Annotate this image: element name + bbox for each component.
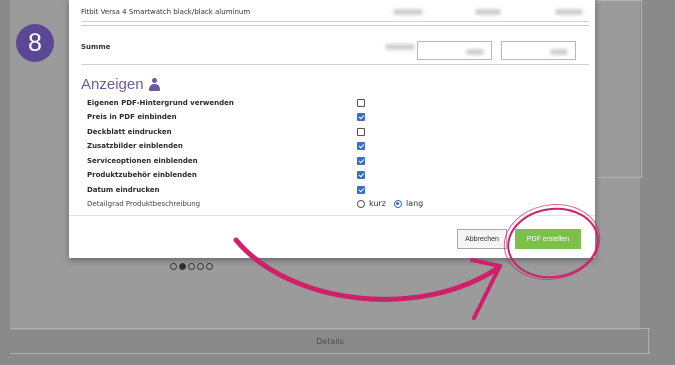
radio-long[interactable] bbox=[393, 199, 402, 208]
carousel-dot[interactable] bbox=[170, 263, 177, 270]
step-badge: 8 bbox=[16, 24, 54, 62]
option-service: Serviceoptionen einblenden bbox=[87, 154, 387, 168]
carousel-dot[interactable] bbox=[188, 263, 195, 270]
option-label: Produktzubehör einblenden bbox=[87, 171, 197, 179]
option-price: Preis in PDF einbinden bbox=[87, 110, 387, 124]
option-label: Preis in PDF einbinden bbox=[87, 113, 177, 121]
option-label: Deckblatt eindrucken bbox=[87, 128, 172, 136]
details-label: Details bbox=[316, 336, 344, 346]
divider bbox=[69, 215, 595, 216]
create-pdf-button[interactable]: PDF erstellen bbox=[515, 229, 581, 249]
option-label: Detailgrad Produktbeschreibung bbox=[87, 200, 201, 208]
option-checkbox[interactable] bbox=[357, 128, 365, 136]
cancel-button[interactable]: Abbrechen bbox=[457, 229, 507, 249]
option-checkbox[interactable] bbox=[357, 186, 365, 194]
carousel-dot[interactable] bbox=[197, 263, 204, 270]
option-label: Eigenen PDF-Hintergrund verwenden bbox=[87, 99, 234, 107]
summe-field[interactable] bbox=[417, 41, 492, 60]
carousel-dot[interactable] bbox=[206, 263, 213, 270]
option-checkbox[interactable] bbox=[357, 142, 365, 150]
blurred-value bbox=[555, 9, 583, 15]
summe-row: Summe bbox=[81, 25, 589, 65]
carousel-dot-active[interactable] bbox=[179, 263, 186, 270]
section-title-text: Anzeigen bbox=[81, 76, 144, 93]
blurred-value bbox=[385, 44, 415, 50]
option-date: Datum eindrucken bbox=[87, 183, 387, 197]
option-detail-level: Detailgrad Produktbeschreibung kurz lang bbox=[87, 197, 423, 211]
option-cover: Deckblatt eindrucken bbox=[87, 125, 387, 139]
summe-field[interactable] bbox=[501, 41, 576, 60]
person-icon bbox=[148, 78, 160, 91]
product-row: Fitbit Versa 4 Smartwatch black/black al… bbox=[81, 0, 589, 22]
option-checkbox[interactable] bbox=[357, 99, 365, 107]
option-accessories: Produktzubehör einblenden bbox=[87, 168, 387, 182]
radio-short-label: kurz bbox=[369, 199, 386, 208]
detail-level-radio-group: kurz lang bbox=[357, 199, 423, 208]
section-title: Anzeigen bbox=[81, 76, 160, 93]
option-checkbox[interactable] bbox=[357, 157, 365, 165]
option-label: Zusatzbilder einblenden bbox=[87, 142, 183, 150]
option-label: Datum eindrucken bbox=[87, 186, 160, 194]
option-label: Serviceoptionen einblenden bbox=[87, 157, 198, 165]
product-name: Fitbit Versa 4 Smartwatch black/black al… bbox=[81, 8, 251, 16]
pdf-dialog: Fitbit Versa 4 Smartwatch black/black al… bbox=[69, 0, 595, 258]
carousel-dots bbox=[170, 263, 213, 270]
details-tab[interactable]: Details bbox=[10, 328, 650, 354]
radio-long-label: lang bbox=[405, 199, 424, 208]
radio-short[interactable] bbox=[357, 199, 365, 208]
background-card bbox=[598, 0, 642, 178]
summe-label: Summe bbox=[81, 43, 111, 51]
blurred-value bbox=[393, 9, 423, 15]
blurred-value bbox=[475, 9, 501, 15]
option-extra-images: Zusatzbilder einblenden bbox=[87, 139, 387, 153]
option-pdf-background: Eigenen PDF-Hintergrund verwenden bbox=[87, 96, 387, 110]
option-checkbox[interactable] bbox=[357, 113, 365, 121]
option-checkbox[interactable] bbox=[357, 171, 365, 179]
divider bbox=[648, 328, 649, 354]
